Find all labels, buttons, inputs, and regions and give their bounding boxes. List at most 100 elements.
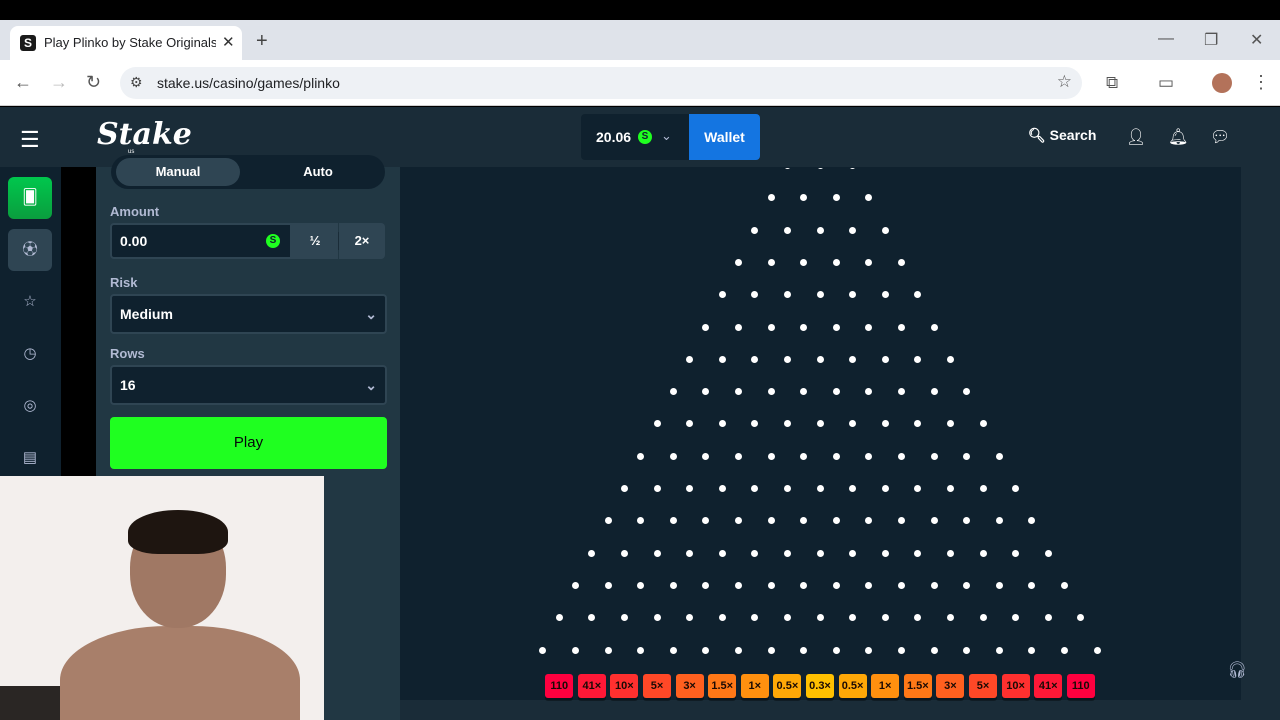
peg <box>832 258 840 266</box>
forward-icon[interactable]: → <box>50 72 68 93</box>
peg <box>669 452 677 460</box>
tab-manual[interactable]: Manual <box>116 158 240 186</box>
new-tab-icon[interactable]: + <box>256 30 268 53</box>
browser-tab[interactable]: S Play Plinko by Stake Originals C ✕ <box>10 26 242 60</box>
peg <box>783 549 791 557</box>
search-button[interactable]: 🔍︎ Search <box>1028 127 1096 144</box>
peg <box>604 646 612 654</box>
balance-selector[interactable]: 20.06 S ⌄ <box>581 114 689 160</box>
peg <box>783 226 791 234</box>
peg <box>620 549 628 557</box>
browser-menu-icon[interactable]: ⋮ <box>1252 72 1270 93</box>
sports-ball-icon[interactable]: ⚽︎ <box>8 229 52 271</box>
peg <box>718 614 726 622</box>
risk-select[interactable]: Medium ⌄ <box>110 294 387 334</box>
peg <box>702 323 710 331</box>
peg <box>653 485 661 492</box>
multiplier-bucket: 0.3× <box>806 674 834 698</box>
peg <box>718 549 726 557</box>
peg <box>898 452 905 460</box>
hamburger-menu-icon[interactable]: ☰ <box>20 127 40 153</box>
multiplier-bucket: 110 <box>1066 674 1095 698</box>
bookmark-star-icon[interactable]: ☆ <box>1057 72 1072 92</box>
peg <box>637 646 645 654</box>
restore-icon[interactable]: ❐ <box>1204 30 1218 50</box>
recent-history-icon[interactable]: ◷ <box>8 333 52 375</box>
webcam-overlay <box>0 476 324 720</box>
peg <box>1093 646 1101 654</box>
notifications-bell-icon[interactable]: 🔔︎ <box>1168 127 1188 147</box>
peg <box>751 549 759 557</box>
peg <box>767 517 775 525</box>
stake-logo[interactable]: Stake <box>97 117 192 152</box>
amount-input[interactable] <box>110 223 292 259</box>
url-field[interactable]: ⚙ stake.us/casino/games/plinko ☆ <box>120 67 1082 99</box>
multiplier-bucket: 1× <box>871 674 900 698</box>
play-button[interactable]: Play <box>110 417 387 469</box>
support-headset-icon[interactable]: 🎧︎ <box>1227 660 1247 680</box>
peg <box>995 646 1003 654</box>
profile-avatar[interactable] <box>1212 73 1232 93</box>
wallet-button[interactable]: Wallet <box>689 114 760 160</box>
peg <box>930 517 938 525</box>
url-text: stake.us/casino/games/plinko <box>157 75 340 91</box>
half-amount-button[interactable]: ½ <box>292 223 338 259</box>
peg <box>686 549 694 557</box>
peg <box>816 226 824 234</box>
peg <box>816 549 824 557</box>
peg <box>783 485 791 492</box>
multiplier-bucket: 1× <box>740 674 769 698</box>
rows-select[interactable]: 16 ⌄ <box>110 365 387 405</box>
search-label: Search <box>1049 127 1097 143</box>
peg <box>800 452 808 460</box>
peg <box>995 581 1003 589</box>
peg <box>946 485 954 492</box>
minimize-icon[interactable]: — <box>1158 30 1174 48</box>
site-settings-icon[interactable]: ⚙ <box>130 74 143 91</box>
multiplier-bucket: 41× <box>1034 674 1063 698</box>
peg <box>930 581 938 589</box>
tab-auto[interactable]: Auto <box>256 158 380 186</box>
peg <box>735 646 742 654</box>
multiplier-bucket: 0.5× <box>838 674 867 698</box>
peg <box>865 323 873 331</box>
peg <box>767 388 775 396</box>
peg <box>669 646 677 654</box>
favorites-star-icon[interactable]: ☆ <box>8 281 52 323</box>
back-icon[interactable]: ← <box>14 72 32 93</box>
peg <box>669 581 677 589</box>
user-icon[interactable]: 👤︎ <box>1126 127 1146 147</box>
challenges-target-icon[interactable]: ◎ <box>8 385 52 427</box>
peg <box>653 614 661 622</box>
peg <box>783 355 791 363</box>
multiplier-bucket: 1.5× <box>708 674 737 698</box>
screen-top-border <box>0 0 1280 20</box>
multiplier-bucket: 1.5× <box>903 674 932 698</box>
peg <box>979 420 987 428</box>
amount-group: S ½ 2× <box>110 223 387 289</box>
reload-icon[interactable]: ↻ <box>86 72 101 93</box>
tab-search-icon[interactable]: ▭ <box>1158 73 1174 93</box>
peg <box>767 646 775 654</box>
peg <box>865 646 873 654</box>
peg <box>930 323 938 331</box>
mode-toggle: Manual Auto <box>111 155 385 189</box>
peg <box>572 581 579 589</box>
peg <box>767 323 775 331</box>
casino-cards-icon[interactable]: 🂠 <box>8 177 52 219</box>
extensions-icon[interactable]: ⧉ <box>1106 73 1118 93</box>
tab-close-icon[interactable]: ✕ <box>222 33 235 51</box>
multiplier-bucket: 5× <box>643 674 671 698</box>
window-close-icon[interactable]: ✕ <box>1250 30 1263 50</box>
chat-icon[interactable]: 💬︎ <box>1210 127 1230 147</box>
peg <box>816 614 824 622</box>
multiplier-bucket: 0.5× <box>773 674 802 698</box>
webcam-background <box>0 686 60 720</box>
peg <box>946 549 954 557</box>
store-icon[interactable]: ▤ <box>8 437 52 479</box>
multiplier-bucket: 110 <box>545 674 574 698</box>
sweeps-coin-icon: S <box>266 234 280 248</box>
multiplier-bucket: 3× <box>675 674 704 698</box>
peg <box>800 323 808 331</box>
double-amount-button[interactable]: 2× <box>339 223 385 259</box>
